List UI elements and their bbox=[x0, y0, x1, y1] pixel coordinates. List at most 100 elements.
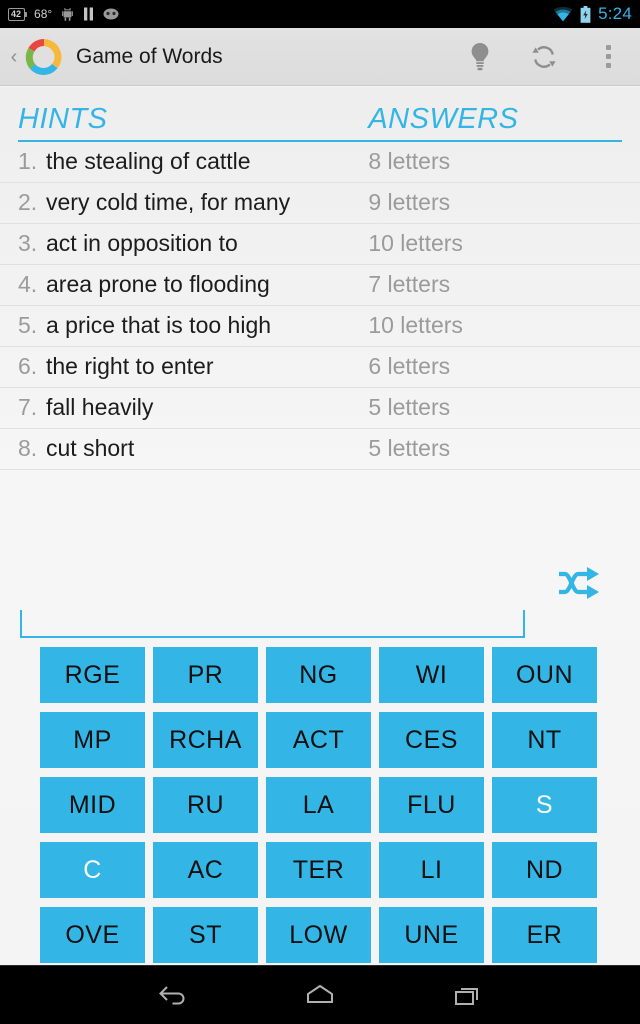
answer-length: 6 letters bbox=[368, 353, 451, 379]
table-header: HINTS ANSWERS bbox=[0, 87, 640, 140]
hint-number: 2. bbox=[18, 189, 38, 215]
hint-text: a price that is too high bbox=[46, 312, 272, 338]
tile-row: MID RU LA FLU S bbox=[40, 777, 612, 833]
letter-tile[interactable]: ER bbox=[492, 907, 597, 963]
up-navigation-chevron-icon[interactable]: ‹ bbox=[6, 47, 22, 67]
answer-length: 10 letters bbox=[368, 230, 463, 256]
tile-row: MP RCHA ACT CES NT bbox=[40, 712, 612, 768]
hint-number: 7. bbox=[18, 394, 38, 420]
hint-button[interactable] bbox=[448, 28, 512, 86]
battery-charging-icon bbox=[580, 5, 591, 23]
hint-cell: 5. a price that is too high bbox=[18, 312, 368, 339]
overflow-menu-button[interactable] bbox=[576, 28, 640, 86]
hint-cell: 2. very cold time, for many bbox=[18, 189, 368, 216]
letter-tile[interactable]: OVE bbox=[40, 907, 145, 963]
hint-cell: 4. area prone to flooding bbox=[18, 271, 368, 298]
letter-tile[interactable]: RU bbox=[153, 777, 258, 833]
hint-number: 5. bbox=[18, 312, 38, 338]
letter-tile[interactable]: LOW bbox=[266, 907, 371, 963]
hint-number: 8. bbox=[18, 435, 38, 461]
cyanogenmod-icon bbox=[103, 8, 119, 20]
shuffle-button[interactable] bbox=[556, 566, 602, 605]
column-header-hints: HINTS bbox=[18, 103, 108, 135]
android-robot-icon bbox=[62, 7, 74, 21]
letter-tile[interactable]: MID bbox=[40, 777, 145, 833]
temperature-indicator: 68° bbox=[34, 7, 53, 21]
puzzle-screen: HINTS ANSWERS 1. the stealing of cattle 8 … bbox=[0, 87, 640, 965]
status-bar: 42 68° 5:24 bbox=[0, 0, 640, 28]
nav-recents-button[interactable] bbox=[437, 966, 497, 1024]
status-bar-right: 5:24 bbox=[553, 4, 632, 24]
letter-tile-grid: RGE PR NG WI OUN MP RCHA ACT CES NT MID RU LA FLU S C AC… bbox=[40, 647, 612, 972]
action-bar: ‹ Game of Words bbox=[0, 28, 640, 86]
answer-length: 9 letters bbox=[368, 189, 451, 215]
letter-tile[interactable]: ND bbox=[492, 842, 597, 898]
letter-tile[interactable]: RCHA bbox=[153, 712, 258, 768]
nav-back-button[interactable] bbox=[143, 966, 203, 1024]
letter-tile[interactable]: S bbox=[492, 777, 597, 833]
letter-tile[interactable]: NT bbox=[492, 712, 597, 768]
hints-list: 1. the stealing of cattle 8 letters 2. very … bbox=[0, 142, 640, 470]
nav-home-button[interactable] bbox=[290, 966, 350, 1024]
answer-length: 10 letters bbox=[368, 312, 463, 338]
lightbulb-icon bbox=[471, 42, 489, 70]
letter-tile[interactable]: NG bbox=[266, 647, 371, 703]
page-title: Game of Words bbox=[76, 44, 223, 68]
hint-cell: 1. the stealing of cattle bbox=[18, 148, 368, 175]
hint-cell: 7. fall heavily bbox=[18, 394, 368, 421]
hint-text: very cold time, for many bbox=[46, 189, 291, 215]
hint-text: the right to enter bbox=[46, 353, 214, 379]
wifi-icon bbox=[553, 6, 573, 21]
hint-row[interactable]: 3. act in opposition to 10 letters bbox=[0, 224, 640, 265]
app-window: 42 68° 5:24 ‹ Game of Words HINTS ANSWER… bbox=[0, 0, 640, 1024]
hint-cell: 3. act in opposition to bbox=[18, 230, 368, 257]
nav-recents-icon bbox=[454, 988, 478, 1005]
clock: 5:24 bbox=[598, 4, 632, 23]
hint-row[interactable]: 6. the right to enter 6 letters bbox=[0, 347, 640, 388]
tile-row: RGE PR NG WI OUN bbox=[40, 647, 612, 703]
hint-cell: 8. cut short bbox=[18, 435, 368, 462]
answer-length: 5 letters bbox=[368, 435, 451, 461]
letter-tile[interactable]: C bbox=[40, 842, 145, 898]
hint-text: cut short bbox=[46, 435, 135, 461]
answer-input[interactable] bbox=[20, 610, 525, 638]
letter-tile[interactable]: UNE bbox=[379, 907, 484, 963]
hint-number: 3. bbox=[18, 230, 38, 256]
letter-tile[interactable]: RGE bbox=[40, 647, 145, 703]
hint-row[interactable]: 4. area prone to flooding 7 letters bbox=[0, 265, 640, 306]
letter-tile[interactable]: LI bbox=[379, 842, 484, 898]
letter-tile[interactable]: MP bbox=[40, 712, 145, 768]
letter-tile[interactable]: ACT bbox=[266, 712, 371, 768]
letter-tile[interactable]: LA bbox=[266, 777, 371, 833]
letter-tile[interactable]: PR bbox=[153, 647, 258, 703]
pause-icon bbox=[84, 7, 94, 21]
refresh-icon bbox=[532, 45, 556, 68]
answer-length: 7 letters bbox=[368, 271, 451, 297]
letter-tile[interactable]: ST bbox=[153, 907, 258, 963]
letter-tile[interactable]: WI bbox=[379, 647, 484, 703]
system-navigation-bar bbox=[0, 965, 640, 1024]
answer-length: 8 letters bbox=[368, 148, 451, 174]
hint-row[interactable]: 5. a price that is too high 10 letters bbox=[0, 306, 640, 347]
battery-level-icon: 42 bbox=[8, 7, 28, 21]
hint-text: the stealing of cattle bbox=[46, 148, 251, 174]
letter-tile[interactable]: FLU bbox=[379, 777, 484, 833]
hint-row[interactable]: 1. the stealing of cattle 8 letters bbox=[0, 142, 640, 183]
shuffle-button-row bbox=[0, 555, 640, 615]
hint-text: area prone to flooding bbox=[46, 271, 270, 297]
overflow-menu-icon bbox=[605, 45, 611, 68]
tile-row: OVE ST LOW UNE ER bbox=[40, 907, 612, 963]
hint-row[interactable]: 2. very cold time, for many 9 letters bbox=[0, 183, 640, 224]
action-bar-buttons bbox=[448, 28, 640, 86]
hint-row[interactable]: 7. fall heavily 5 letters bbox=[0, 388, 640, 429]
hint-row[interactable]: 8. cut short 5 letters bbox=[0, 429, 640, 470]
shuffle-icon bbox=[559, 566, 599, 599]
letter-tile[interactable]: OUN bbox=[492, 647, 597, 703]
letter-tile[interactable]: CES bbox=[379, 712, 484, 768]
answer-length: 5 letters bbox=[368, 394, 451, 420]
refresh-button[interactable] bbox=[512, 28, 576, 86]
nav-back-icon bbox=[159, 986, 185, 1005]
letter-tile[interactable]: TER bbox=[266, 842, 371, 898]
hint-text: fall heavily bbox=[46, 394, 154, 420]
letter-tile[interactable]: AC bbox=[153, 842, 258, 898]
